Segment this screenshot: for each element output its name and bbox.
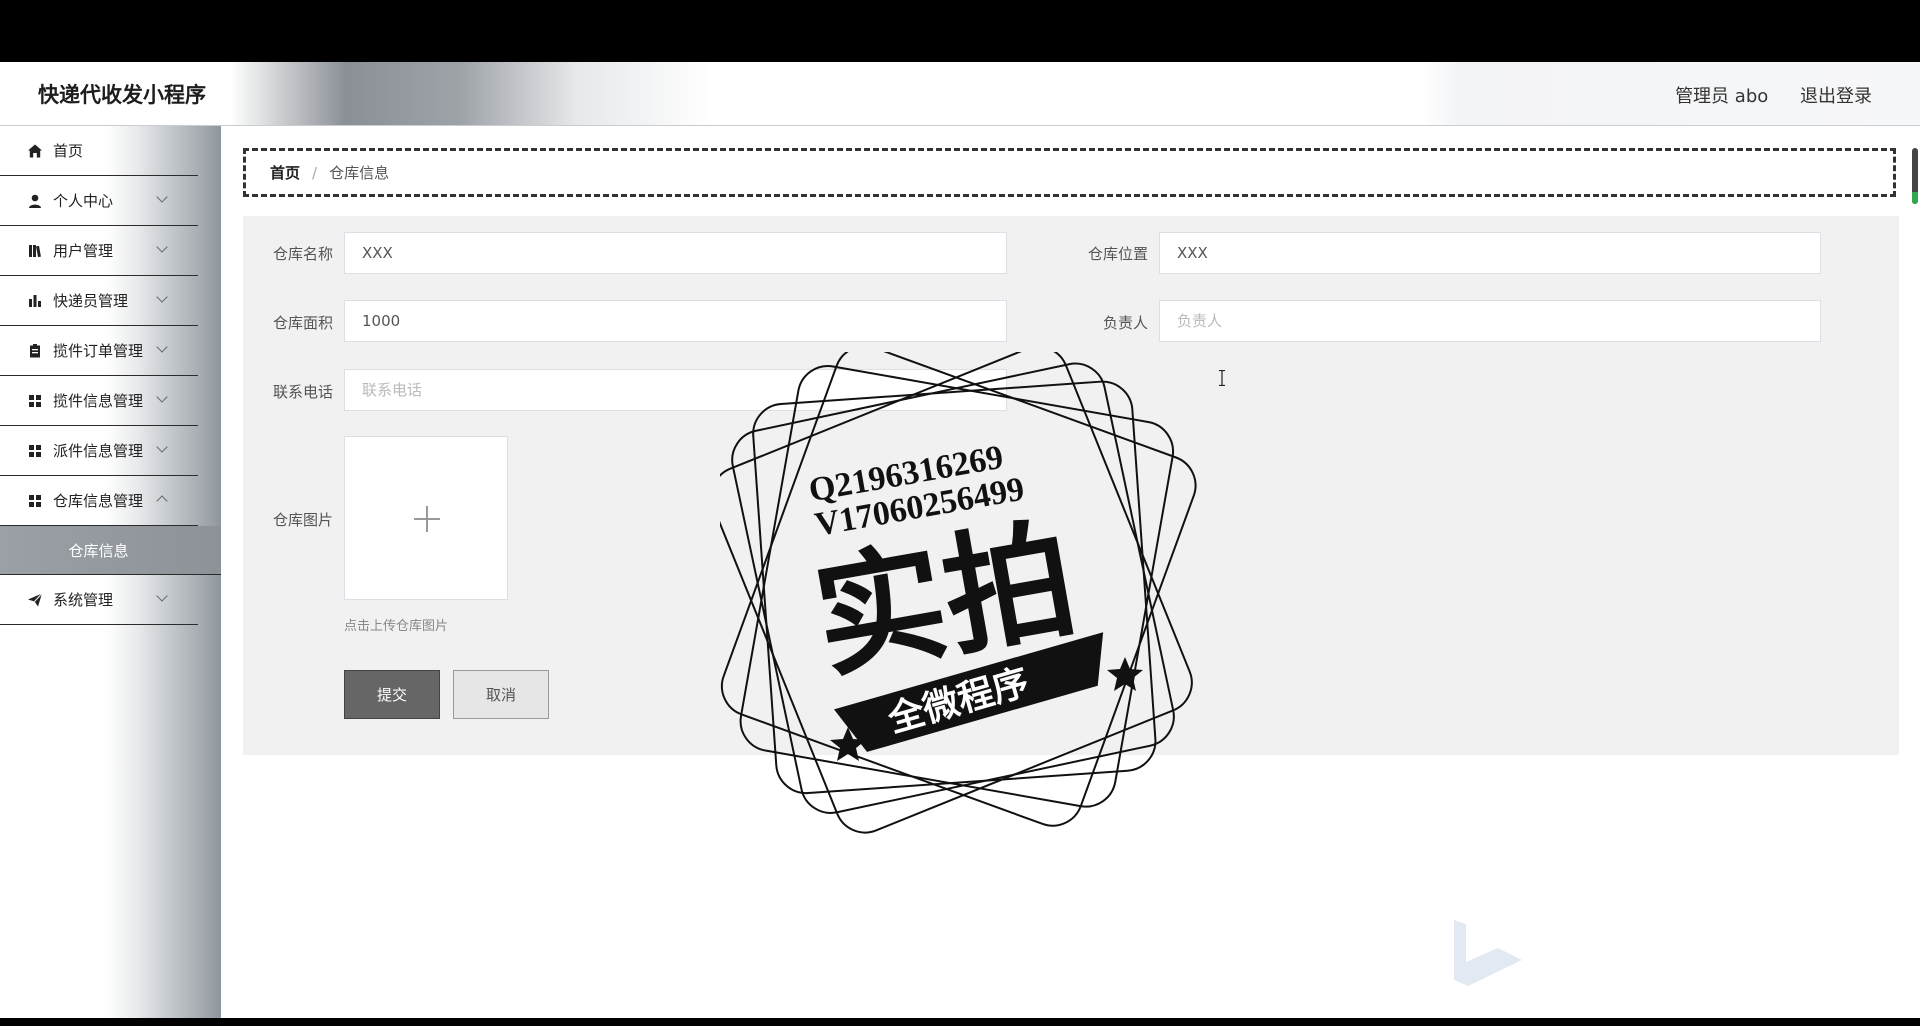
image-upload-box[interactable]	[344, 436, 508, 600]
page-scrollbar[interactable]	[1910, 146, 1920, 1018]
sidebar-item-system[interactable]: 系统管理	[0, 575, 198, 625]
submit-button[interactable]: 提交	[344, 670, 440, 719]
plus-icon-vertical	[426, 506, 428, 532]
app-screen: 快递代收发小程序 管理员 abo 退出登录 首页 个人中心 用户管理 快递员管理	[0, 62, 1920, 1018]
manager-input[interactable]: 负责人	[1159, 300, 1821, 342]
grid-icon	[29, 444, 41, 457]
breadcrumb-separator: /	[312, 163, 318, 182]
sidebar-item-label: 派件信息管理	[53, 442, 144, 460]
chevron-down-icon	[156, 391, 168, 403]
sidebar-item-label: 揽件信息管理	[53, 392, 144, 410]
sidebar-item-delivery-info[interactable]: 派件信息管理	[0, 426, 198, 476]
phone-input[interactable]: 联系电话	[344, 369, 1007, 411]
manager-label: 负责人	[1102, 314, 1148, 332]
warehouse-location-label: 仓库位置	[1087, 245, 1148, 263]
sidebar-item-label: 揽件订单管理	[53, 342, 144, 360]
chevron-down-icon	[156, 441, 168, 453]
current-user: 管理员 abo	[1675, 86, 1769, 107]
sidebar-item-warehouse-management[interactable]: 仓库信息管理	[0, 476, 198, 526]
cancel-button[interactable]: 取消	[453, 670, 549, 719]
sidebar-subitem-warehouse-info[interactable]: 仓库信息	[0, 526, 221, 575]
warehouse-image-label: 仓库图片	[272, 511, 333, 529]
chevron-down-icon	[156, 341, 168, 353]
chevron-down-icon	[156, 191, 168, 203]
header-right: 管理员 abo 退出登录	[1649, 82, 1872, 108]
breadcrumb-current: 仓库信息	[329, 164, 390, 182]
warehouse-form: 仓库名称 XXX 仓库位置 XXX 仓库面积 1000 负责人 负责人 联系电话…	[243, 216, 1899, 755]
breadcrumb-home[interactable]: 首页	[270, 162, 300, 183]
breadcrumb: 首页 / 仓库信息	[243, 148, 1896, 197]
sidebar-item-profile[interactable]: 个人中心	[0, 176, 198, 226]
sidebar-item-label: 首页	[53, 142, 84, 160]
corner-logo-icon	[1454, 920, 1522, 986]
app-title: 快递代收发小程序	[38, 83, 206, 107]
phone-label: 联系电话	[272, 383, 333, 401]
chevron-down-icon	[156, 291, 168, 303]
home-icon	[28, 144, 42, 157]
sidebar-item-label: 系统管理	[53, 591, 114, 609]
warehouse-name-label: 仓库名称	[272, 245, 333, 263]
sidebar-item-pickup-info[interactable]: 揽件信息管理	[0, 376, 198, 426]
warehouse-area-input[interactable]: 1000	[344, 300, 1007, 342]
scrollbar-thumb-accent	[1912, 192, 1918, 204]
grid-icon	[29, 494, 41, 507]
sidebar-item-label: 仓库信息管理	[53, 492, 144, 510]
book-icon	[29, 244, 41, 257]
warehouse-location-input[interactable]: XXX	[1159, 232, 1821, 274]
user-icon	[29, 194, 41, 208]
warehouse-name-input[interactable]: XXX	[344, 232, 1007, 274]
sidebar-item-pickup-orders[interactable]: 揽件订单管理	[0, 326, 198, 376]
top-header: 快递代收发小程序 管理员 abo 退出登录	[0, 62, 1920, 126]
sidebar-item-label: 快递员管理	[53, 292, 129, 310]
upload-tip: 点击上传仓库图片	[344, 619, 449, 634]
send-icon	[28, 592, 43, 606]
sidebar-item-users[interactable]: 用户管理	[0, 226, 198, 276]
sidebar-subitem-label: 仓库信息	[68, 541, 129, 560]
bar-chart-icon	[29, 294, 41, 307]
sidebar-item-home[interactable]: 首页	[0, 126, 198, 176]
sidebar: 首页 个人中心 用户管理 快递员管理 揽件订单管理 揽件信息管理 派件信息管理 …	[0, 126, 221, 1018]
text-cursor-icon	[1219, 370, 1225, 386]
sidebar-item-couriers[interactable]: 快递员管理	[0, 276, 198, 326]
logout-link[interactable]: 退出登录	[1800, 86, 1872, 107]
warehouse-area-label: 仓库面积	[272, 314, 333, 332]
chevron-up-icon	[156, 495, 168, 507]
sidebar-item-label: 用户管理	[53, 242, 114, 260]
chevron-down-icon	[156, 590, 168, 602]
clipboard-icon	[30, 343, 40, 357]
sidebar-item-label: 个人中心	[53, 192, 114, 210]
chevron-down-icon	[156, 241, 168, 253]
grid-icon	[29, 394, 41, 407]
